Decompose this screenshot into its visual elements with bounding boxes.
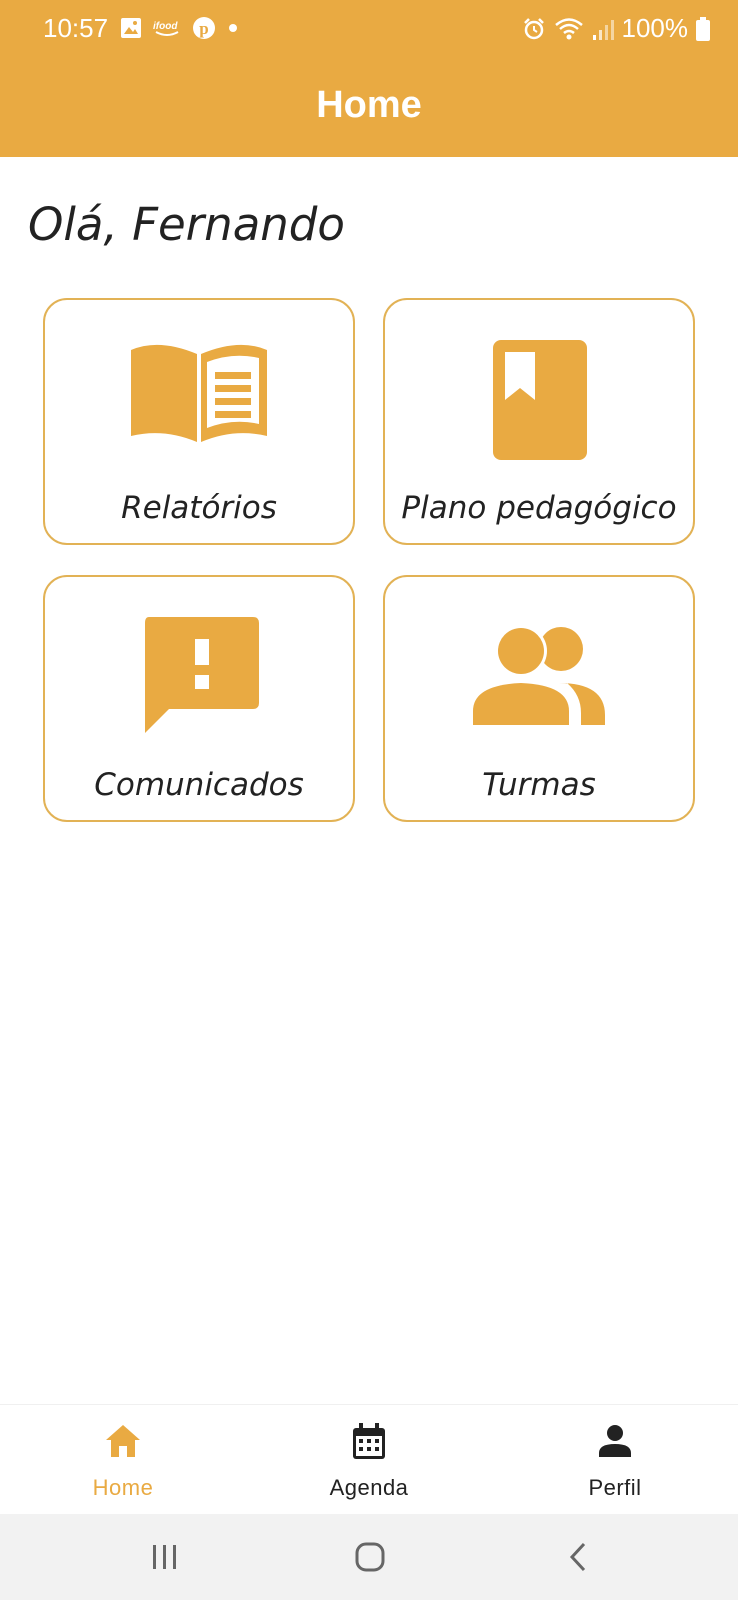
status-bar: 10:57 ifood p 100% [0,0,738,56]
back-button[interactable] [528,1514,628,1600]
nav-item-home[interactable]: Home [0,1405,246,1515]
status-system-icons: 100% [522,13,710,44]
image-icon [121,18,141,38]
card-relatorios[interactable]: Relatórios [43,298,355,545]
card-turmas[interactable]: Turmas [383,575,695,822]
announcement-icon [145,617,259,733]
card-label-comunicados: Comunicados [94,767,304,803]
recent-apps-button[interactable] [115,1514,215,1600]
svg-text:p: p [199,19,208,38]
home-icon [106,1425,140,1457]
bottom-navigation: Home Agenda Perfil [0,1404,738,1514]
alarm-icon [523,17,544,39]
person-icon [599,1425,631,1457]
card-plano-pedagogico[interactable]: Plano pedagógico [383,298,695,545]
battery-percent: 100% [621,13,689,43]
card-comunicados[interactable]: Comunicados [43,575,355,822]
ifood-icon: ifood [153,21,179,36]
card-label-relatorios: Relatórios [121,490,277,526]
svg-text:ifood: ifood [153,21,178,32]
open-book-icon [131,344,267,442]
signal-icon [592,19,614,40]
nav-item-agenda[interactable]: Agenda [246,1405,492,1515]
home-system-button[interactable] [320,1514,420,1600]
dot-icon [229,24,237,32]
greeting-text: Olá, Fernando [28,198,345,251]
nav-label-home: Home [92,1475,154,1500]
card-label-plano-pedagogico: Plano pedagógico [401,490,677,526]
app-bar: 10:57 ifood p 100% Home [0,0,738,157]
bookmark-book-icon [493,340,587,460]
recent-apps-icon [153,1545,176,1569]
battery-icon [696,16,710,41]
wifi-icon [554,17,583,39]
system-navigation-bar [0,1514,738,1600]
status-time: 10:57 [43,13,109,43]
nav-label-perfil: Perfil [588,1475,642,1500]
group-icon [473,625,605,725]
nav-item-perfil[interactable]: Perfil [492,1405,738,1515]
pinterest-icon: p [193,17,215,39]
status-notification-icons: ifood p [120,16,240,40]
page-title: Home [316,84,422,126]
home-circle-icon [355,1542,385,1572]
nav-label-agenda: Agenda [329,1475,409,1500]
card-label-turmas: Turmas [482,767,596,803]
calendar-icon [353,1423,385,1459]
back-chevron-icon [569,1542,586,1572]
